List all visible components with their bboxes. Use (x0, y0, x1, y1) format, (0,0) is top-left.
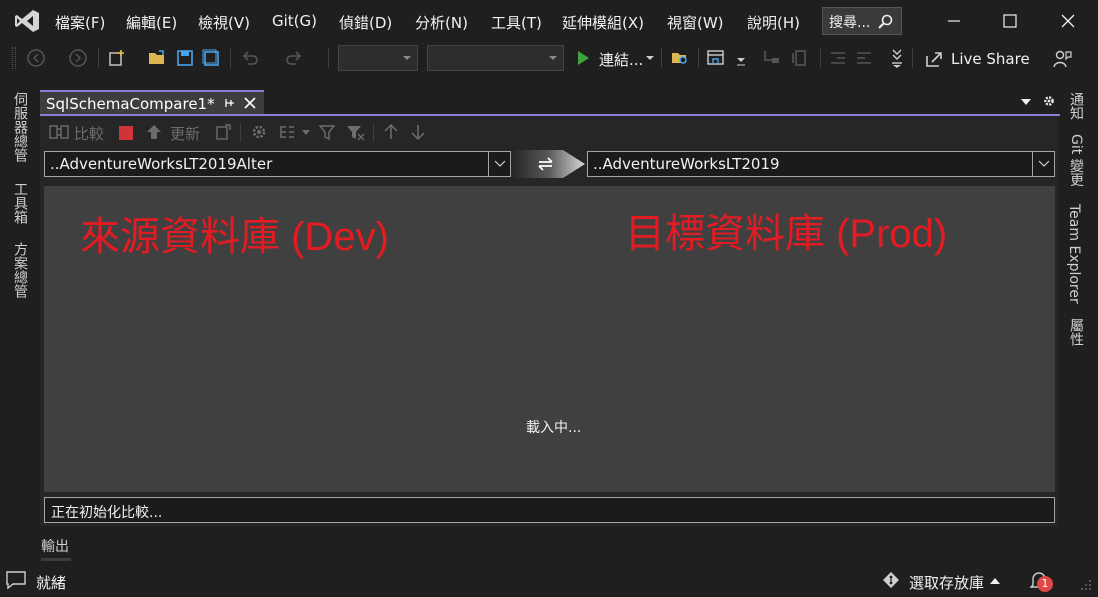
tab-title: SqlSchemaCompare1* (46, 95, 215, 113)
chevron-up-icon[interactable] (990, 577, 1000, 584)
target-dropdown-button[interactable] (1032, 152, 1054, 176)
compare-icon[interactable] (49, 123, 69, 141)
open-folder-icon[interactable] (147, 48, 167, 68)
properties-tab[interactable]: 屬性 (1066, 318, 1086, 346)
back-icon[interactable] (26, 48, 46, 68)
redo-icon[interactable] (284, 48, 304, 68)
increase-indent-icon[interactable] (854, 48, 874, 68)
live-share-icon[interactable] (924, 49, 944, 69)
uncomment-icon[interactable] (790, 48, 810, 68)
group-dropdown-icon[interactable] (302, 130, 310, 135)
toolbar-separator (230, 48, 231, 68)
menu-tools[interactable]: 工具(T) (491, 12, 542, 33)
notifications-tab[interactable]: 通知 (1066, 92, 1086, 120)
menu-analyze[interactable]: 分析(N) (415, 12, 468, 33)
toolbar-separator (912, 48, 913, 68)
clear-filter-icon[interactable] (345, 123, 365, 141)
source-annotation: 來源資料庫 (Dev) (80, 215, 389, 259)
undo-icon[interactable] (240, 48, 260, 68)
decrease-indent-icon[interactable] (828, 48, 848, 68)
menu-git[interactable]: Git(G) (272, 12, 317, 30)
toolbar-separator (820, 48, 821, 68)
source-database-value: ..AdventureWorksLT2019Alter (50, 155, 273, 173)
forward-icon[interactable] (68, 48, 88, 68)
git-branch-icon (883, 572, 899, 588)
update-button[interactable]: 更新 (170, 123, 200, 144)
visual-studio-logo-icon[interactable] (14, 9, 40, 33)
tab-list-dropdown-icon[interactable] (1021, 99, 1031, 105)
connect-button[interactable]: 連結... (599, 49, 643, 70)
toolbar-overflow-icon[interactable] (890, 47, 904, 69)
team-explorer-tab[interactable]: Team Explorer (1066, 204, 1082, 304)
output-window-icon[interactable] (5, 570, 27, 590)
update-icon[interactable] (145, 123, 163, 141)
comment-icon[interactable] (762, 48, 782, 68)
pin-icon[interactable] (222, 96, 236, 110)
minimize-icon[interactable] (943, 10, 965, 32)
output-tab-indicator (41, 558, 71, 561)
chevron-down-icon (494, 160, 506, 167)
menu-extensions[interactable]: 延伸模組(X) (562, 12, 644, 33)
maximize-icon[interactable] (999, 10, 1021, 32)
source-database-select[interactable]: ..AdventureWorksLT2019Alter (44, 151, 511, 177)
solution-explorer-tab[interactable]: 方案總管 (10, 242, 30, 298)
menu-help[interactable]: 說明(H) (747, 12, 800, 33)
target-annotation: 目標資料庫 (Prod) (625, 212, 948, 256)
search-label: 搜尋... (829, 15, 871, 31)
output-tab[interactable]: 輸出 (41, 536, 69, 556)
close-tab-icon[interactable] (243, 96, 257, 110)
play-icon[interactable] (573, 48, 593, 68)
menu-debug[interactable]: 偵錯(D) (339, 12, 392, 33)
find-in-files-icon[interactable] (670, 48, 690, 68)
stop-icon[interactable] (119, 126, 133, 140)
compare-status-box: 正在初始化比較... (44, 497, 1055, 523)
save-all-icon[interactable] (201, 48, 221, 68)
target-database-value: ..AdventureWorksLT2019 (593, 155, 780, 173)
search-icon (878, 14, 893, 29)
chevron-down-icon (1038, 160, 1050, 167)
feedback-icon[interactable] (1052, 49, 1072, 69)
save-icon[interactable] (175, 48, 195, 68)
swap-source-target-button[interactable] (513, 150, 585, 178)
toolbar-separator (328, 48, 329, 68)
next-change-icon[interactable] (410, 123, 426, 141)
source-dropdown-button[interactable] (488, 152, 510, 176)
filter-icon[interactable] (318, 123, 336, 141)
loading-text: 載入中... (526, 420, 582, 436)
compare-button[interactable]: 比較 (74, 123, 104, 144)
notification-count-badge: 1 (1037, 576, 1053, 592)
server-explorer-tab[interactable]: 伺服器總管 (10, 92, 30, 162)
search-box[interactable]: 搜尋... (822, 7, 902, 35)
toolbar-separator (661, 48, 662, 68)
menu-window[interactable]: 視窗(W) (667, 12, 724, 33)
target-database-select[interactable]: ..AdventureWorksLT2019 (587, 151, 1055, 177)
select-repository-button[interactable]: 選取存放庫 (909, 572, 984, 593)
platform-dropdown[interactable] (427, 45, 564, 71)
compare-status-text: 正在初始化比較... (51, 505, 163, 521)
toolbar-separator (240, 124, 241, 142)
settings-gear-icon[interactable] (1042, 94, 1056, 108)
new-project-icon[interactable] (107, 48, 127, 68)
resize-grip-icon[interactable] (1078, 577, 1092, 591)
chevron-down-icon[interactable] (646, 55, 654, 61)
browser-link-icon[interactable] (706, 48, 726, 68)
toolbar-separator (373, 124, 374, 142)
toolbar-grip[interactable] (12, 47, 16, 69)
group-results-icon[interactable] (278, 123, 298, 141)
live-share-button[interactable]: Live Share (951, 50, 1030, 68)
menu-edit[interactable]: 編輯(E) (126, 12, 177, 33)
menu-file[interactable]: 檔案(F) (55, 12, 105, 33)
options-gear-icon[interactable] (250, 123, 268, 141)
menu-view[interactable]: 檢視(V) (198, 12, 250, 33)
generate-script-icon[interactable] (214, 123, 232, 141)
close-window-icon[interactable] (1057, 10, 1079, 32)
toolbar-separator (698, 48, 699, 68)
status-ready-text: 就緒 (36, 574, 67, 592)
toolbox-tab[interactable]: 工具箱 (10, 182, 30, 224)
git-changes-tab[interactable]: Git 變更 (1066, 134, 1086, 187)
overflow-chevron-icon[interactable] (736, 56, 746, 66)
configuration-dropdown[interactable] (338, 45, 418, 71)
toolbar-separator (98, 48, 99, 68)
previous-change-icon[interactable] (383, 123, 399, 141)
